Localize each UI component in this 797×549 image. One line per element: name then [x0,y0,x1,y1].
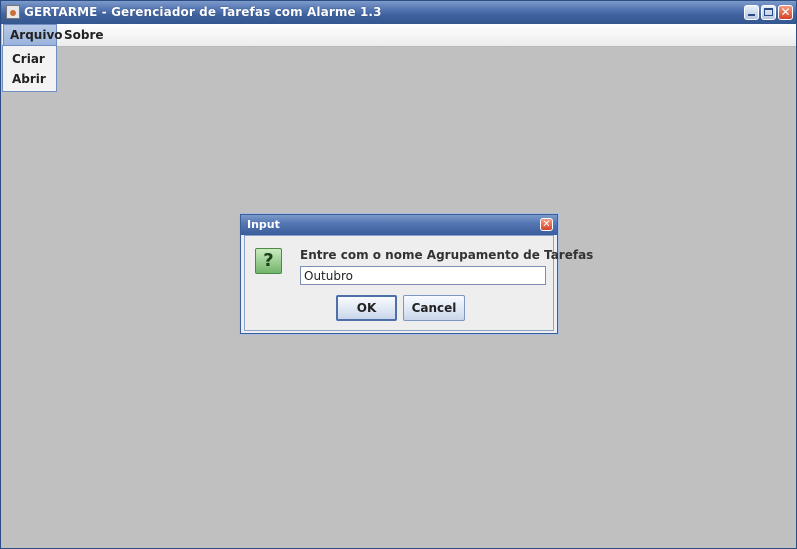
menu-item-abrir[interactable]: Abrir [3,69,56,89]
java-app-icon [6,5,20,19]
window-title: GERTARME - Gerenciador de Tarefas com Al… [24,5,382,19]
dialog-title: Input [247,218,280,231]
question-glyph: ? [263,250,274,271]
menu-bar: Arquivo Sobre [2,24,796,47]
question-icon: ? [255,248,282,274]
close-icon: ✕ [542,219,551,230]
dialog-title-bar[interactable]: Input ✕ [241,215,557,235]
maximize-button[interactable] [761,5,776,20]
menu-arquivo[interactable]: Arquivo [3,24,63,46]
dialog-body: ? Entre com o nome Agrupamento de Tarefa… [244,235,593,331]
menu-item-criar[interactable]: Criar [3,49,56,69]
arquivo-dropdown-menu: Criar Abrir [2,45,57,92]
title-bar[interactable]: GERTARME - Gerenciador de Tarefas com Al… [1,1,796,24]
minimize-button[interactable] [744,5,759,20]
cancel-button[interactable]: Cancel [403,295,465,321]
dialog-close-button[interactable]: ✕ [540,218,553,231]
dialog-message: Entre com o nome Agrupamento de Tarefas [300,248,594,262]
close-icon: ✕ [780,5,791,19]
close-button[interactable]: ✕ [778,5,793,20]
group-name-input[interactable] [300,266,546,285]
ok-button[interactable]: OK [336,295,397,321]
input-dialog: Input ✕ ? Entre com o nome Agrupamento d… [240,214,593,334]
menu-sobre[interactable]: Sobre [58,24,110,46]
